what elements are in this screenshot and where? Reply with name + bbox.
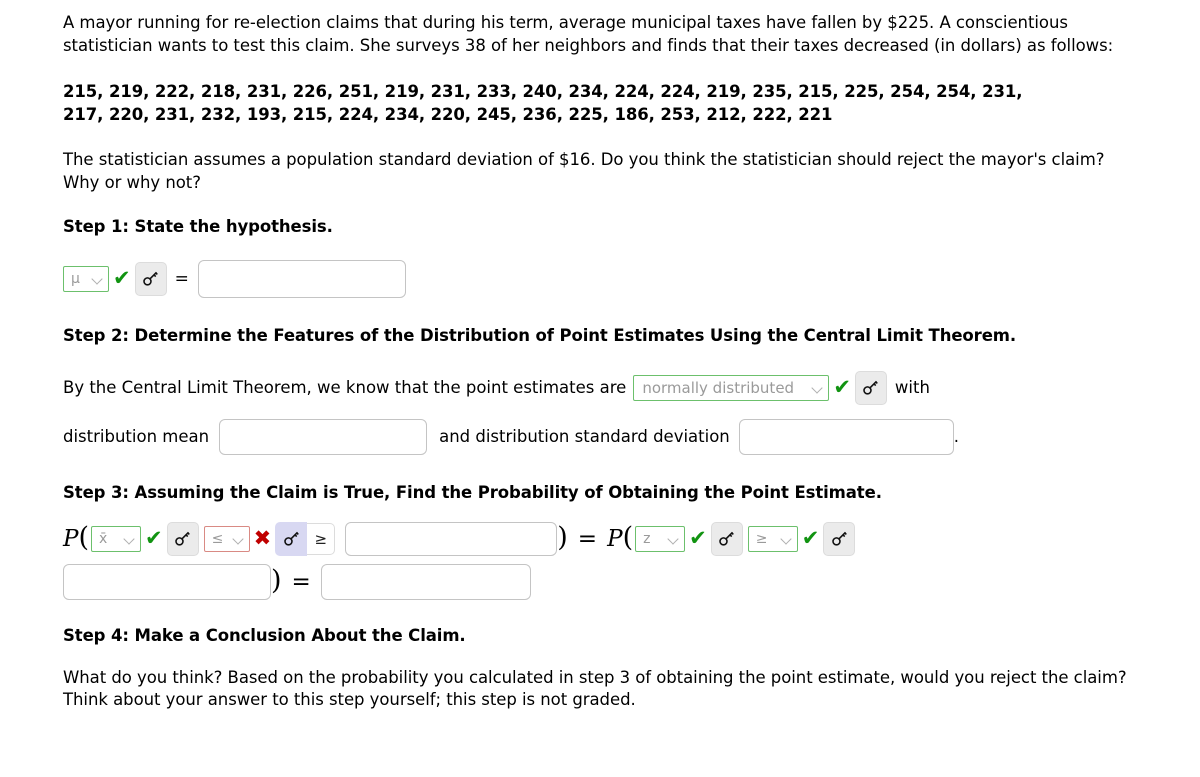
chevron-down-icon xyxy=(125,534,135,544)
data-values-line-1: 215, 219, 222, 218, 231, 226, 251, 219, … xyxy=(63,81,1023,101)
distribution-mean-input[interactable] xyxy=(219,418,428,455)
step-1-controls: μ ✔ = xyxy=(63,259,1138,298)
chevron-down-icon xyxy=(93,274,103,284)
probability-label-2: P xyxy=(607,525,623,552)
step-3-row-2: ) = xyxy=(63,563,1138,600)
step-3-heading: Step 3: Assuming the Claim is True, Find… xyxy=(63,482,882,502)
key-icon-button-6[interactable] xyxy=(823,521,856,556)
parameter-select[interactable]: μ xyxy=(63,265,109,292)
inequality-cross-icon: ✖ xyxy=(253,526,272,551)
z-inequality-select-value: ≥ xyxy=(755,530,768,547)
z-inequality-check-icon: ✔ xyxy=(801,526,820,551)
distribution-sd-input[interactable] xyxy=(738,418,954,455)
parameter-select-value: μ xyxy=(71,270,80,287)
z-inequality-select[interactable]: ≥ xyxy=(747,525,798,552)
step-2-heading: Step 2: Determine the Features of the Di… xyxy=(63,325,1017,345)
statistic-select-value: x̄ xyxy=(99,530,108,547)
step-2-params-row: distribution mean and distribution stand… xyxy=(63,418,1138,455)
hypothesis-input[interactable] xyxy=(197,259,406,298)
step-3-equals-2: = xyxy=(291,568,311,595)
probability-value-input-3[interactable] xyxy=(320,563,531,600)
chevron-down-icon xyxy=(669,534,679,544)
chevron-down-icon xyxy=(813,383,823,393)
key-icon xyxy=(719,531,735,546)
step-4-heading: Step 4: Make a Conclusion About the Clai… xyxy=(63,625,466,645)
key-icon-button-1[interactable] xyxy=(134,261,167,296)
operator-display-box[interactable]: ≥ xyxy=(307,522,336,555)
probability-value-input-2[interactable] xyxy=(63,563,271,600)
key-icon xyxy=(143,271,158,286)
z-statistic-check-icon: ✔ xyxy=(689,526,707,551)
inequality-select-value: ≤ xyxy=(211,530,224,547)
distribution-select[interactable]: normally distributed xyxy=(633,374,830,401)
data-values-line-2: 217, 220, 231, 232, 193, 215, 224, 234, … xyxy=(63,105,833,125)
open-paren-2: ( xyxy=(622,522,634,554)
open-paren-1: ( xyxy=(78,522,90,554)
step-2-lead-text: By the Central Limit Theorem, we know th… xyxy=(63,378,627,398)
step-2-check-icon: ✔ xyxy=(833,375,851,400)
chevron-down-icon xyxy=(782,534,792,544)
step-1-heading: Step 1: State the hypothesis. xyxy=(63,216,333,236)
key-icon xyxy=(175,531,191,546)
problem-intro: A mayor running for re-election claims t… xyxy=(63,13,1114,55)
step-3-equals-1: = xyxy=(577,525,598,552)
step-4-body: What do you think? Based on the probabil… xyxy=(63,667,1127,710)
key-icon-button-2[interactable] xyxy=(854,370,887,405)
key-icon-button-3[interactable] xyxy=(166,521,199,556)
chevron-down-icon xyxy=(234,534,244,544)
probability-label-1: P xyxy=(63,525,79,552)
probability-value-input-1[interactable] xyxy=(345,521,558,556)
key-icon xyxy=(832,531,847,546)
statistic-select[interactable]: x̄ xyxy=(91,525,142,552)
step-3-row-1: P ( x̄ ✔ ≤ ✖ ≥) = P (z ✔ ≥ ✔ xyxy=(63,521,1138,556)
close-paren-2: ) xyxy=(271,565,282,597)
close-paren-1: ) xyxy=(557,522,568,554)
key-icon xyxy=(283,531,299,546)
distribution-sd-label: and distribution standard deviation xyxy=(439,427,730,447)
distribution-select-value: normally distributed xyxy=(642,378,795,397)
step-2-clt-row: By the Central Limit Theorem, we know th… xyxy=(63,370,1138,405)
distribution-mean-label: distribution mean xyxy=(63,427,210,447)
key-icon-button-5[interactable] xyxy=(710,521,743,556)
key-icon xyxy=(863,380,879,395)
problem-question: The statistician assumes a population st… xyxy=(63,149,1105,192)
z-statistic-select[interactable]: z xyxy=(635,525,686,552)
worksheet-page: A mayor running for re-election claims t… xyxy=(0,0,1138,712)
step-1-check-icon: ✔ xyxy=(113,266,131,291)
key-icon-button-4[interactable] xyxy=(275,521,308,556)
step-2-trailing-period: . xyxy=(953,427,960,447)
inequality-select[interactable]: ≤ xyxy=(203,525,250,552)
step-1-equals: = xyxy=(174,268,189,289)
statistic-check-icon: ✔ xyxy=(145,526,163,551)
step-2-with-text: with xyxy=(894,378,930,398)
z-statistic-select-value: z xyxy=(643,530,651,547)
